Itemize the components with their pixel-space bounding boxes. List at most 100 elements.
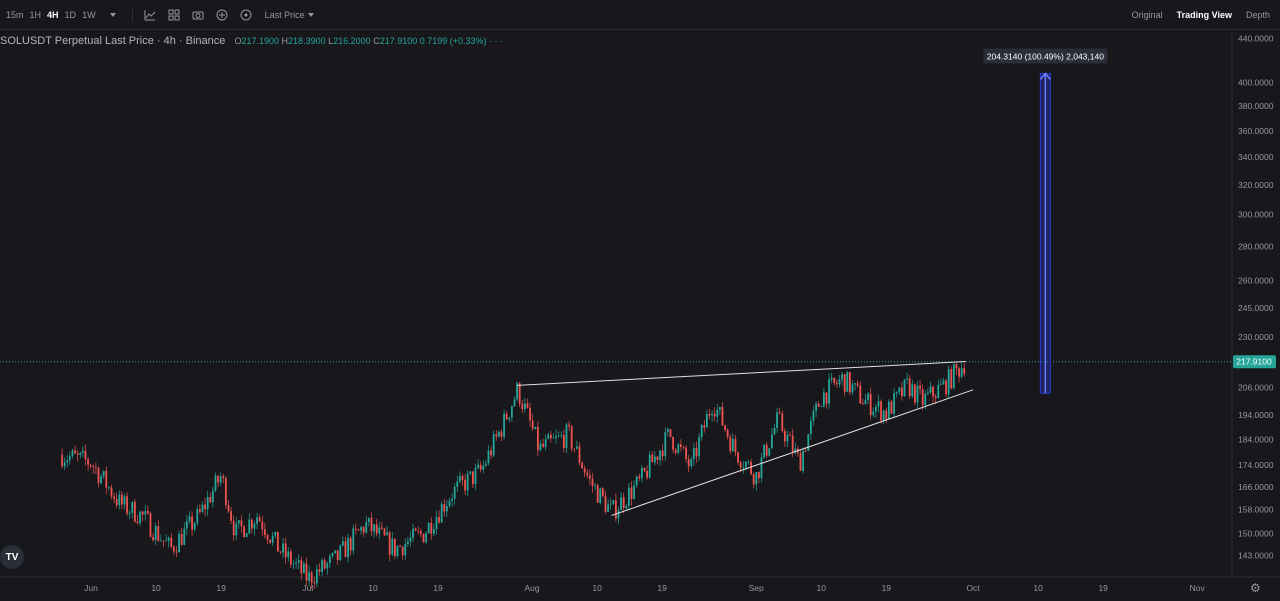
- candle-body: [250, 519, 253, 529]
- candle-body: [877, 401, 880, 407]
- timeframe-1w[interactable]: 1W: [82, 10, 96, 20]
- candle-body: [677, 444, 680, 453]
- gear-icon[interactable]: ⚙: [1250, 581, 1264, 595]
- candle-body: [388, 532, 391, 555]
- candle-body: [674, 449, 677, 453]
- target-icon[interactable]: [239, 8, 253, 22]
- candle-body: [154, 526, 157, 541]
- candle-body: [479, 464, 482, 470]
- candle-body: [443, 504, 446, 512]
- time-tick-label: 10: [1033, 583, 1043, 593]
- timeframe-15m[interactable]: 15m: [6, 10, 24, 20]
- candle-body: [919, 385, 921, 390]
- candle-body: [126, 496, 128, 514]
- price-chart[interactable]: 440.0000 400.0000 380.0000 360.0000 340.0000…: [0, 30, 1280, 601]
- candle-body: [466, 473, 469, 491]
- candle-body: [555, 436, 557, 438]
- candle-body: [224, 478, 227, 506]
- view-depth[interactable]: Depth: [1246, 10, 1270, 20]
- candle-body: [334, 550, 336, 554]
- candle-body: [331, 553, 334, 557]
- time-tick-label: 19: [433, 583, 443, 593]
- candle-body: [448, 500, 451, 506]
- price-tick-label: 166.0000: [1238, 482, 1274, 492]
- candle-body: [765, 444, 768, 456]
- chart-toolbar: 15m 1H 4H 1D 1W Last Price Original Trad…: [0, 0, 1280, 30]
- candle-body: [958, 368, 960, 377]
- candle-body: [781, 413, 784, 431]
- candle-body: [430, 522, 433, 534]
- candle-body: [599, 488, 602, 503]
- candle-body: [726, 430, 729, 437]
- candle-body: [620, 497, 622, 511]
- price-tick-label: 230.0000: [1238, 332, 1274, 342]
- candle-body: [648, 454, 651, 478]
- candle-body: [219, 476, 222, 483]
- candle-body: [750, 461, 752, 475]
- candle-body: [955, 364, 958, 369]
- price-tick-label: 174.0000: [1238, 460, 1274, 470]
- time-tick-label: 19: [216, 583, 226, 593]
- candle-body: [843, 374, 846, 392]
- timeframe-4h[interactable]: 4H: [47, 10, 59, 20]
- candle-body: [786, 435, 789, 442]
- candle-body: [934, 396, 937, 399]
- candle-body: [71, 450, 74, 456]
- candle-body: [287, 551, 290, 558]
- candle-body: [664, 432, 667, 457]
- candle-body: [365, 521, 368, 533]
- candle-body: [237, 520, 240, 524]
- candle-body: [562, 435, 565, 448]
- candle-body: [893, 393, 895, 414]
- candle-body: [414, 528, 417, 531]
- candle-body: [864, 400, 867, 405]
- price-type-dropdown[interactable]: Last Price: [265, 10, 316, 20]
- camera-icon[interactable]: [191, 8, 205, 22]
- candle-body: [292, 563, 295, 565]
- candle-body: [66, 460, 69, 463]
- add-circle-icon[interactable]: [215, 8, 229, 22]
- candle-body: [583, 468, 586, 473]
- candle-body: [830, 377, 833, 380]
- time-tick-label: Oct: [966, 583, 980, 593]
- candle-body: [196, 509, 199, 524]
- candle-body: [666, 429, 669, 433]
- candle-body: [672, 436, 674, 450]
- candle-body: [549, 434, 552, 439]
- candle-body: [87, 459, 89, 465]
- candle-body: [570, 426, 573, 449]
- view-trading-view[interactable]: Trading View: [1177, 10, 1232, 20]
- timeframe-1d[interactable]: 1D: [65, 10, 77, 20]
- indicators-icon[interactable]: [143, 8, 157, 22]
- candle-body: [880, 401, 882, 421]
- candle-body: [752, 474, 755, 485]
- candle-body: [227, 505, 230, 512]
- candle-body: [305, 563, 308, 581]
- price-range-measure[interactable]: 204.3140 (100.49%) 2,043,140: [983, 48, 1108, 394]
- candle-body: [565, 424, 568, 448]
- legend-more-icon[interactable]: · · ·: [489, 36, 503, 46]
- candle-body: [204, 504, 206, 510]
- candle-body: [409, 537, 412, 542]
- candle-body: [828, 379, 830, 404]
- candle-body: [139, 511, 141, 524]
- timeframe-1h[interactable]: 1H: [30, 10, 42, 20]
- candle-body: [438, 517, 440, 523]
- candle-body: [68, 455, 71, 461]
- candle-body: [747, 461, 750, 463]
- view-original[interactable]: Original: [1132, 10, 1163, 20]
- chevron-down-icon[interactable]: [106, 8, 120, 22]
- candle-body: [960, 368, 963, 377]
- candle-body: [950, 369, 953, 389]
- candle-body: [328, 556, 331, 564]
- candle-body: [518, 383, 521, 405]
- candle-body: [63, 462, 66, 467]
- candle-body: [113, 496, 115, 500]
- tradingview-logo[interactable]: TV: [0, 545, 24, 569]
- candle-body: [651, 454, 654, 463]
- candle-body: [344, 541, 347, 558]
- candle-body: [183, 528, 186, 545]
- candle-body: [731, 439, 734, 452]
- layout-grid-icon[interactable]: [167, 8, 181, 22]
- candle-body: [497, 431, 500, 437]
